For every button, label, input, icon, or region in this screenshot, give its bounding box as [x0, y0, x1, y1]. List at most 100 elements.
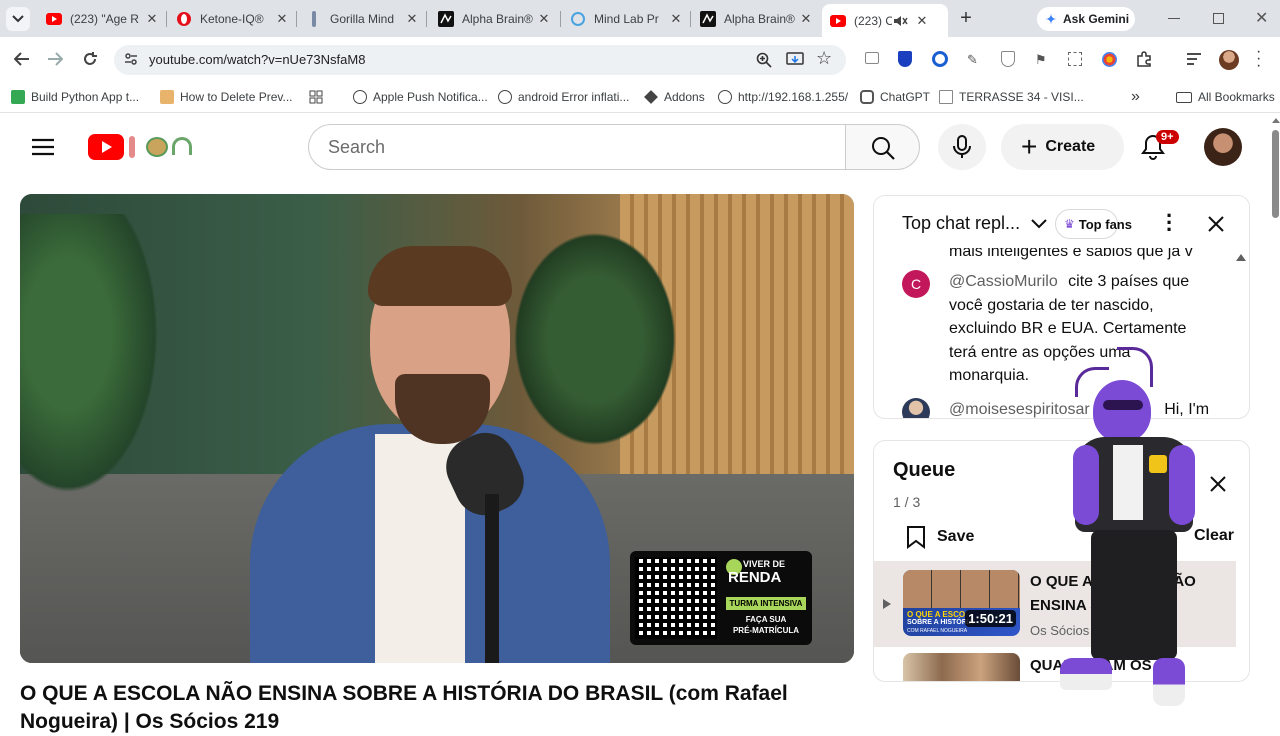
bookmark-item[interactable]: TERRASSE 34 - VISI...: [939, 87, 1084, 107]
doodle-cup-icon: [146, 137, 168, 157]
ant-eyes: [1103, 400, 1143, 410]
extension-tag-icon[interactable]: ✎: [967, 52, 978, 68]
scroll-up-arrow-icon[interactable]: [1272, 118, 1280, 123]
bookmark-item[interactable]: http://192.168.1.255/: [718, 87, 848, 107]
hourglass-icon: [160, 90, 174, 104]
notifications-button[interactable]: 9+: [1140, 130, 1179, 163]
extension-colorful-icon[interactable]: [1102, 52, 1117, 67]
ant-shoe-left: [1060, 658, 1112, 690]
all-bookmarks-button[interactable]: All Bookmarks: [1176, 87, 1275, 107]
minimize-icon[interactable]: [1168, 18, 1180, 19]
reload-icon[interactable]: [82, 51, 98, 67]
create-button[interactable]: + Create: [1001, 124, 1124, 170]
globe-icon: [498, 90, 512, 104]
tab-search-dropdown[interactable]: [6, 7, 30, 31]
tab-5[interactable]: Alpha Brain® ✕: [692, 4, 820, 34]
ask-gemini-label: Ask Gemini: [1063, 12, 1130, 26]
close-tab-icon[interactable]: ✕: [144, 11, 160, 27]
close-tab-icon[interactable]: ✕: [536, 11, 552, 27]
tab-2[interactable]: Gorilla Mind ✕: [298, 4, 426, 34]
extension-circle-icon[interactable]: [932, 51, 948, 67]
extension-grid-icon[interactable]: [1068, 52, 1082, 66]
chat-author[interactable]: @CassioMurilo: [949, 273, 1058, 290]
page-scrollbar[interactable]: [1271, 114, 1280, 720]
chat-avatar[interactable]: C: [902, 270, 930, 298]
close-chat-icon[interactable]: [1208, 216, 1224, 232]
voice-search-button[interactable]: [938, 124, 986, 170]
apps-grid-icon[interactable]: [309, 87, 323, 107]
search-button[interactable]: [845, 124, 920, 170]
notification-badge: 9+: [1156, 130, 1179, 144]
ask-gemini-button[interactable]: Ask Gemini: [1037, 7, 1135, 31]
queue-clear-button[interactable]: Clear: [1194, 527, 1234, 545]
puzzle-bookmark-icon: [644, 90, 658, 104]
back-arrow-icon[interactable]: [14, 52, 30, 66]
chat-more-icon[interactable]: · · ·: [1166, 205, 1173, 241]
close-queue-icon[interactable]: [1210, 476, 1226, 492]
close-tab-icon[interactable]: ✕: [798, 11, 814, 27]
bookmark-label: How to Delete Prev...: [180, 90, 293, 104]
chevron-down-icon[interactable]: [1031, 219, 1047, 229]
url-text[interactable]: youtube.com/watch?v=nUe73NsfaM8: [149, 52, 365, 67]
folder-icon: [1176, 91, 1192, 103]
search-input[interactable]: Search: [308, 124, 846, 170]
tab-6-active[interactable]: (223) O Q ✕: [822, 4, 948, 37]
install-app-icon[interactable]: [786, 52, 804, 68]
close-tab-icon[interactable]: ✕: [274, 11, 290, 27]
site-settings-icon[interactable]: [124, 52, 138, 66]
bookmark-item[interactable]: How to Delete Prev...: [160, 87, 293, 107]
extension-cast-icon[interactable]: [865, 52, 879, 64]
document-icon: [939, 90, 953, 104]
gorilla-favicon-icon: [306, 11, 322, 27]
plus-icon: +: [1021, 131, 1038, 162]
tab-4[interactable]: Mind Lab Pr ✕: [562, 4, 690, 34]
queue-save-button[interactable]: Save: [905, 525, 974, 549]
extensions-puzzle-icon[interactable]: [1136, 51, 1152, 67]
tab-3[interactable]: Alpha Brain® ✕: [430, 4, 558, 34]
duration-badge: 1:50:21: [965, 610, 1016, 627]
tab-0[interactable]: (223) "Age R ✕: [38, 4, 166, 34]
chat-text-line: você gostaria de ter nascido,: [949, 297, 1154, 314]
chat-avatar[interactable]: [902, 398, 930, 418]
ant-jacket-sleeve-right: [1169, 445, 1195, 525]
top-fans-button[interactable]: ♛ Top fans: [1055, 209, 1132, 239]
chat-text-line: monarquia.: [949, 367, 1030, 384]
extension-badge-icon[interactable]: [1001, 51, 1015, 67]
close-tab-icon[interactable]: ✕: [404, 11, 420, 27]
video-player[interactable]: VIVER DE RENDA TURMA INTENSIVA FAÇA SUA …: [20, 194, 854, 663]
account-avatar[interactable]: [1204, 128, 1242, 166]
onnit-favicon-icon: [700, 11, 716, 27]
extension-shield-icon[interactable]: [898, 51, 912, 67]
extension-flag-icon[interactable]: ⚑: [1035, 52, 1047, 68]
bookmark-item[interactable]: ChatGPT: [860, 87, 930, 107]
top-fans-label: Top fans: [1078, 216, 1132, 232]
profile-avatar[interactable]: [1219, 50, 1239, 70]
youtube-logo[interactable]: [88, 134, 198, 160]
bookmark-star-icon[interactable]: ☆: [816, 48, 832, 69]
bookmark-item[interactable]: Apple Push Notifica...: [353, 87, 488, 107]
new-tab-button[interactable]: +: [955, 6, 977, 30]
scrollbar-thumb[interactable]: [1272, 130, 1279, 218]
browser-menu-icon[interactable]: · · ·: [1256, 44, 1261, 74]
bookmark-item[interactable]: android Error inflati...: [498, 87, 629, 107]
chat-mode-selector[interactable]: Top chat repl...: [902, 213, 1020, 234]
forward-arrow-icon[interactable]: [47, 52, 63, 66]
chat-message: @CassioMurilo cite 3 países que: [949, 270, 1219, 294]
close-tab-icon[interactable]: ✕: [914, 13, 930, 29]
reading-list-icon[interactable]: [1186, 52, 1202, 66]
close-tab-icon[interactable]: ✕: [668, 11, 684, 27]
tab-1[interactable]: Ketone-IQ® ✕: [168, 4, 296, 34]
bookmark-item[interactable]: Build Python App t...: [11, 87, 139, 107]
bookmark-item[interactable]: Addons: [644, 87, 705, 107]
more-bookmarks-button[interactable]: »: [1131, 87, 1140, 107]
ant-head: [1093, 380, 1151, 442]
chat-scroll-up-icon[interactable]: [1236, 254, 1246, 261]
hamburger-menu-icon[interactable]: [32, 138, 54, 156]
maximize-icon[interactable]: [1213, 13, 1224, 24]
mute-tab-icon[interactable]: [892, 13, 908, 29]
tab-title: Gorilla Mind: [330, 12, 395, 26]
promo-overlay[interactable]: VIVER DE RENDA TURMA INTENSIVA FAÇA SUA …: [630, 551, 812, 645]
video-plant-right: [500, 214, 690, 464]
zoom-icon[interactable]: [756, 52, 772, 68]
close-window-icon[interactable]: ✕: [1255, 8, 1268, 28]
